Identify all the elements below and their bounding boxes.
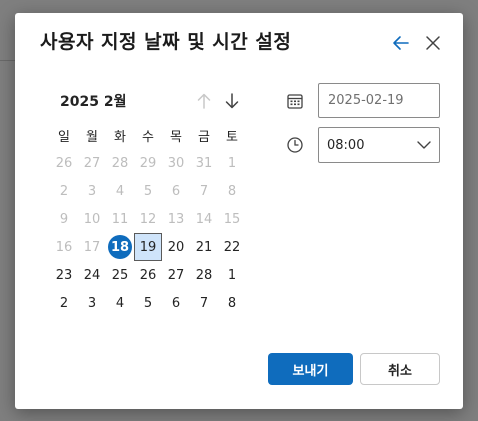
calendar-day: 11: [111, 211, 129, 227]
calendar-day[interactable]: 21: [190, 233, 218, 261]
background-divider: [0, 60, 15, 61]
back-button[interactable]: [389, 31, 413, 55]
calendar-day: 29: [139, 155, 157, 171]
cancel-button[interactable]: 취소: [360, 353, 440, 385]
calendar-day: 10: [83, 211, 101, 227]
calendar-day: 15: [223, 211, 241, 227]
calendar-day: 13: [167, 211, 185, 227]
weekday-label: 수: [142, 129, 154, 145]
next-month-button[interactable]: [222, 91, 242, 111]
calendar-day: 7: [199, 183, 209, 199]
weekday-label: 토: [226, 129, 238, 145]
clock-icon: [285, 135, 305, 155]
calendar-icon: [285, 91, 305, 111]
date-input[interactable]: [318, 83, 440, 118]
calendar-day: 17: [83, 239, 101, 255]
chevron-down-icon: [417, 141, 431, 149]
arrow-down-icon: [225, 93, 239, 109]
calendar-day[interactable]: 8: [218, 289, 246, 317]
arrow-up-icon: [197, 93, 211, 109]
calendar-day: 6: [171, 183, 181, 199]
calendar-day: 12: [139, 211, 157, 227]
calendar-day-selected[interactable]: 19: [134, 233, 162, 261]
time-value: 08:00: [327, 137, 365, 153]
calendar-day[interactable]: 24: [78, 261, 106, 289]
weekday-label: 목: [170, 129, 182, 145]
calendar-day[interactable]: 26: [134, 261, 162, 289]
calendar-day[interactable]: 3: [78, 289, 106, 317]
weekday-label: 월: [86, 129, 98, 145]
calendar-day[interactable]: 28: [190, 261, 218, 289]
calendar-day[interactable]: 27: [162, 261, 190, 289]
today-marker: 18: [108, 235, 132, 259]
close-button[interactable]: [421, 31, 445, 55]
arrow-left-icon: [393, 36, 409, 50]
calendar-day: 31: [195, 155, 213, 171]
previous-month-button[interactable]: [194, 91, 214, 111]
calendar-day: 30: [167, 155, 185, 171]
calendar-day[interactable]: 2: [50, 289, 78, 317]
calendar-day[interactable]: 22: [218, 233, 246, 261]
selected-day-label: 19: [134, 233, 162, 261]
calendar-day: 1: [227, 155, 237, 171]
calendar-day[interactable]: 4: [106, 289, 134, 317]
calendar-month-label: 2025 2월: [60, 94, 127, 110]
time-dropdown[interactable]: 08:00: [318, 127, 440, 163]
dialog-title: 사용자 지정 날짜 및 시간 설정: [40, 31, 292, 53]
calendar-day: 16: [55, 239, 73, 255]
calendar-day: 8: [227, 183, 237, 199]
calendar-day[interactable]: 23: [50, 261, 78, 289]
calendar-day[interactable]: 1: [218, 261, 246, 289]
calendar-day: 3: [87, 183, 97, 199]
calendar-day[interactable]: 6: [162, 289, 190, 317]
send-button[interactable]: 보내기: [268, 353, 353, 385]
calendar-day: 5: [143, 183, 153, 199]
custom-datetime-dialog: 사용자 지정 날짜 및 시간 설정 2025 2월 일 월 화 수 목 금 토 …: [15, 13, 463, 409]
weekday-label: 화: [114, 129, 126, 145]
calendar-day: 4: [115, 183, 125, 199]
calendar-day: 27: [83, 155, 101, 171]
calendar-day: 28: [111, 155, 129, 171]
calendar-day: 26: [55, 155, 73, 171]
weekday-label: 금: [198, 129, 210, 145]
calendar-day-today[interactable]: 18: [106, 233, 134, 261]
calendar-grid: 일 월 화 수 목 금 토 26 27 28 29 30 31 1 2 3 4 …: [50, 121, 246, 317]
calendar-day: 2: [59, 183, 69, 199]
calendar-day: 14: [195, 211, 213, 227]
calendar-day: 9: [59, 211, 69, 227]
close-icon: [426, 36, 440, 50]
calendar-day[interactable]: 20: [162, 233, 190, 261]
calendar-day[interactable]: 5: [134, 289, 162, 317]
calendar-day[interactable]: 25: [106, 261, 134, 289]
calendar-day[interactable]: 7: [190, 289, 218, 317]
weekday-label: 일: [58, 129, 70, 145]
